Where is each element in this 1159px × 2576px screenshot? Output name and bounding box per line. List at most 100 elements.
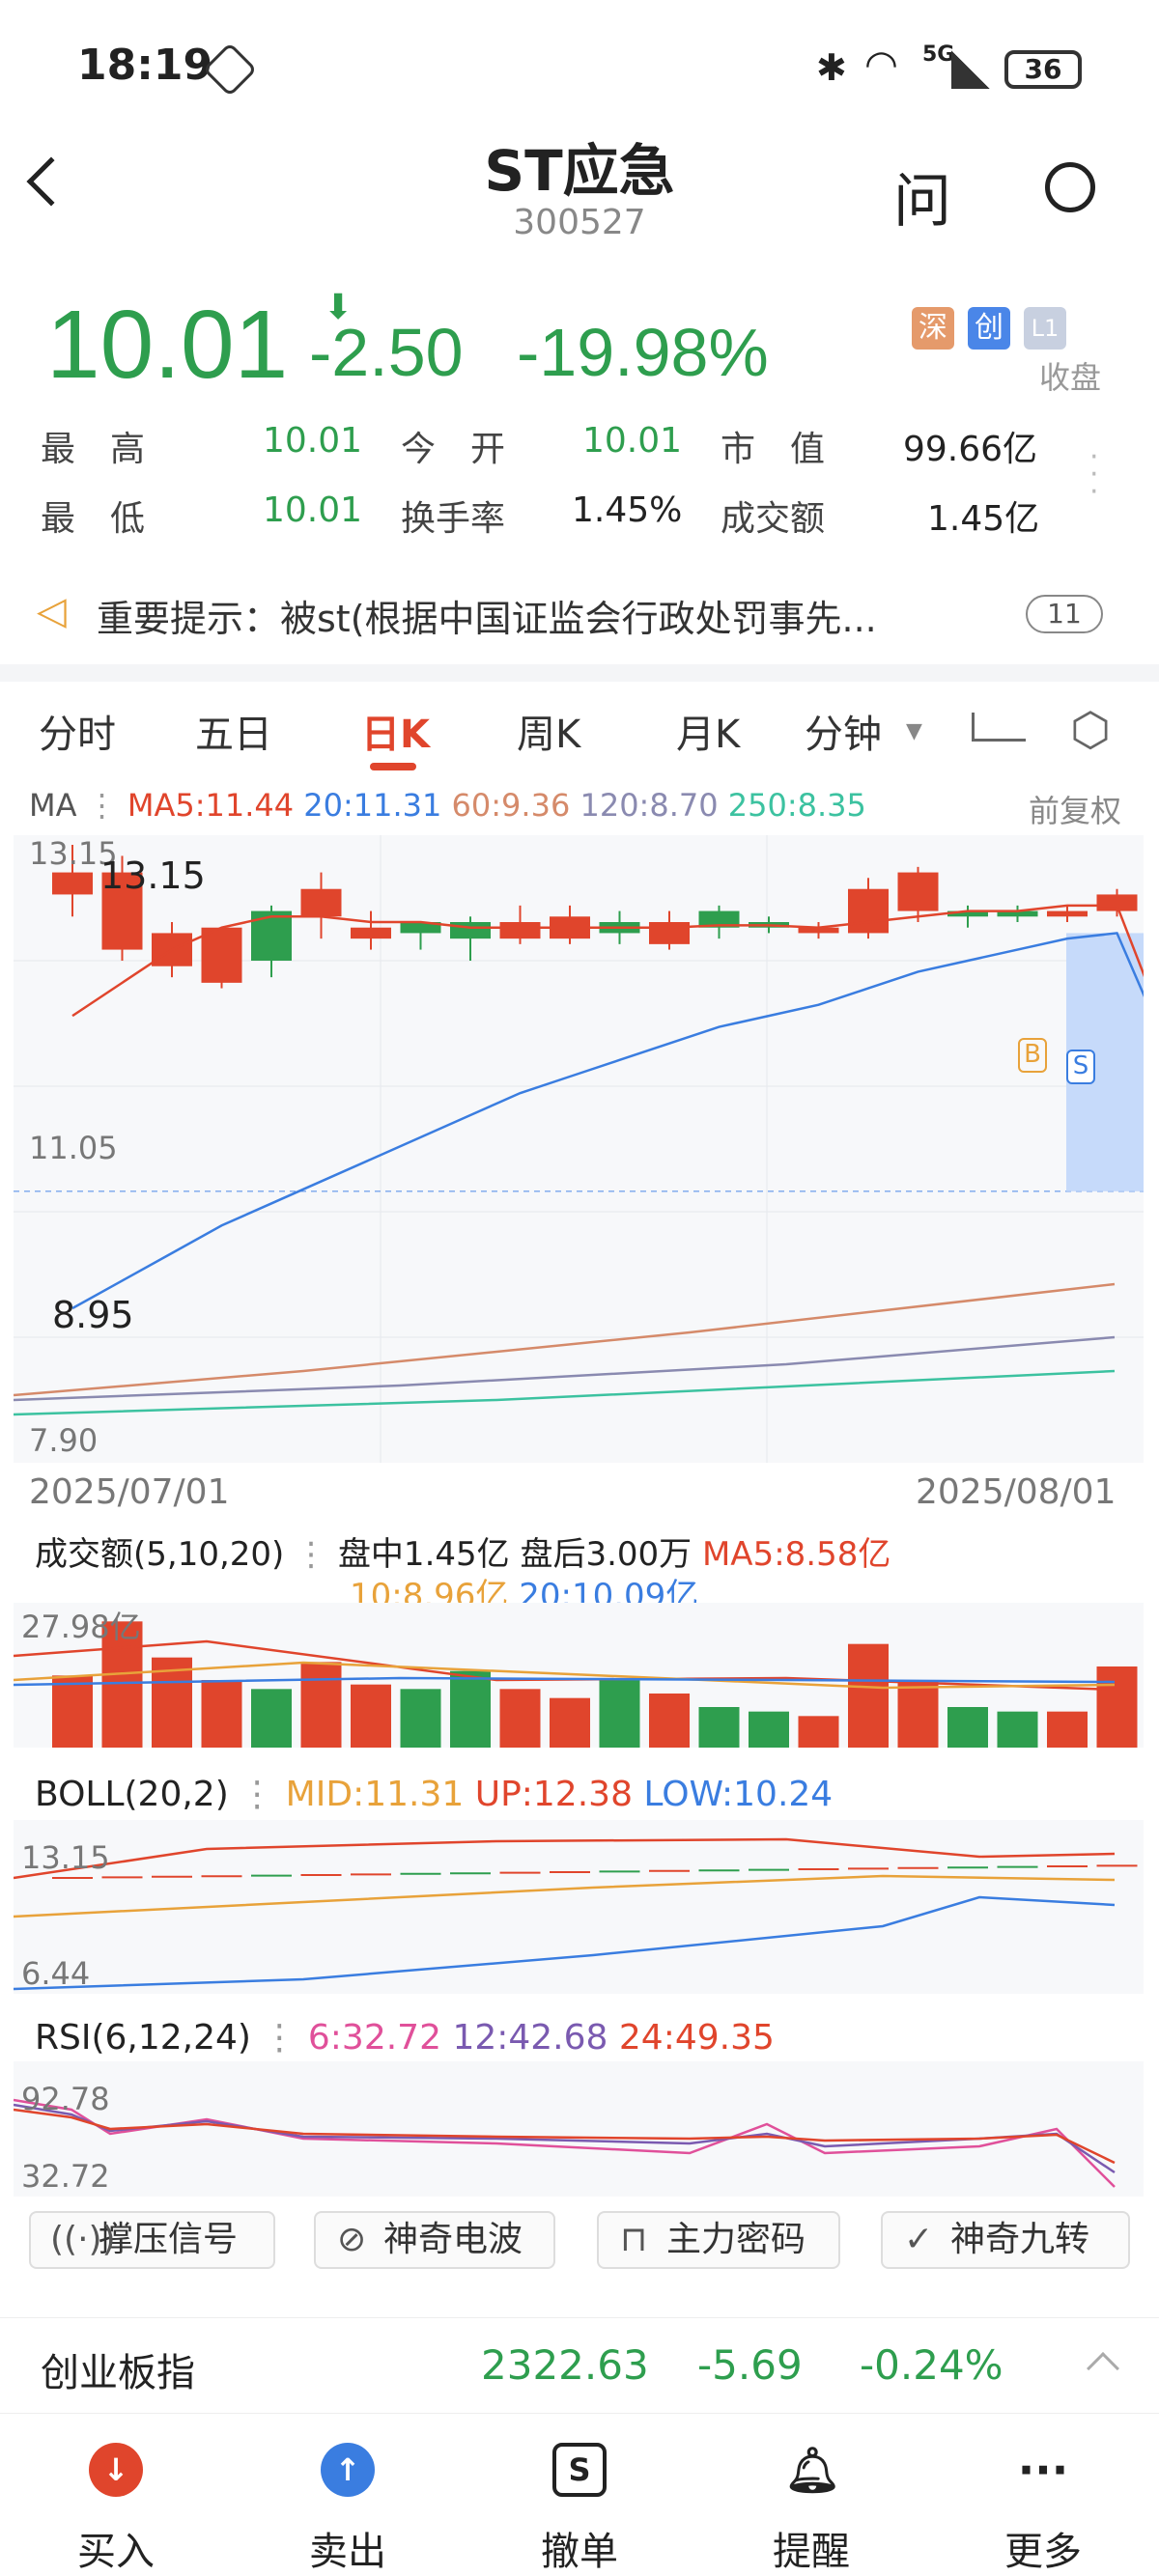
volume-panel[interactable]: 27.98亿 [14,1603,1144,1748]
volume-ma5: MA5:8.58亿 [701,1535,891,1574]
volume-bar [897,1680,939,1748]
index-name: 创业板指 [41,2351,195,2395]
boll-mid: MID:11.31 [285,1775,465,1814]
stat-label-low: 最 低 [41,499,146,539]
boll-mid-line [14,1874,1116,1918]
volume-top-label: 27.98亿 [21,1609,141,1645]
index-ticker[interactable]: 创业板指 2322.63 -5.69 -0.24% [0,2317,1159,2414]
rsi24-line [14,2108,1116,2165]
candle-body [300,888,342,917]
volume-bar [351,1684,391,1748]
kline-mid-label: 11.05 [29,1130,118,1166]
stat-label-cap: 市 值 [721,430,826,469]
boll-top-label: 13.15 [21,1839,110,1876]
notice-count[interactable]: 11 [1026,595,1103,633]
volume-legend: 成交额(5,10,20) ⋮ 盘中1.45亿 盘后3.00万 MA5:8.58亿 [35,1535,891,1574]
rsi-panel[interactable]: 92.78 32.72 [14,2061,1144,2197]
tab-weekly-k[interactable]: 周K [517,703,580,759]
volume-bar [450,1670,491,1748]
stat-value-low: 10.01 [263,490,363,530]
stat-value-amount: 1.45亿 [927,499,1040,539]
tool-main-force[interactable]: ⊓ 主力密码 [597,2211,840,2269]
boll-chart [14,1837,1138,1991]
boll-legend: BOLL(20,2) ⋮ MID:11.31 UP:12.38 LOW:10.2… [35,1775,834,1814]
buy-marker: B [1018,1038,1047,1073]
boll-bottom-label: 6.44 [21,1955,91,1992]
tool-label: 主力密码 [666,2220,806,2259]
buy-button[interactable]: ↓ 买入 [0,2443,232,2576]
volume-bar [698,1707,740,1748]
volume-bar [550,1697,590,1748]
action-label: 撤单 [541,2530,618,2574]
volume-bar [300,1662,342,1748]
network-label: 5G [922,42,955,67]
volume-bar [997,1711,1038,1748]
tab-monthly-k[interactable]: 月K [676,703,740,759]
ma120-line [14,1335,1116,1402]
settings-icon[interactable]: ⬡ [1070,703,1111,757]
rsi-6: 6:32.72 [307,2018,441,2058]
kline-panel[interactable]: 13.15 11.05 7.90 13.15 8.95 B S [14,835,1144,1463]
rsi6-line [14,2098,1116,2188]
ma250-value: 250:8.35 [727,787,866,824]
chevron-down-icon[interactable]: ▼ [906,719,922,743]
stat-value-open: 10.01 [582,421,683,461]
boll-low: LOW:10.24 [643,1775,834,1814]
chevron-up-icon[interactable] [1087,2352,1119,2385]
more-button[interactable]: ··· 更多 [927,2443,1159,2576]
notice-bar[interactable]: ◁ 重要提示：被st(根据中国证监会行政处罚事先... 11 [0,579,1159,647]
stat-value-cap: 99.66亿 [903,430,1038,469]
candle-body [450,922,491,939]
tool-support-resistance[interactable]: ((·)) 撑压信号 [29,2211,275,2269]
rsi-bottom-label: 32.72 [21,2158,110,2195]
signal-icon: ((·)) [50,2220,116,2259]
level-badge[interactable]: L1 [1024,307,1066,350]
price-change-pct: -19.98% [517,315,769,390]
ask-button[interactable]: 问 [893,154,951,238]
tool-label: 神奇电波 [383,2220,523,2259]
tab-intraday[interactable]: 分时 [39,703,116,759]
bluetooth-icon: ✱ [816,46,847,89]
adjust-mode[interactable]: 前复权 [1029,787,1121,831]
candle-body [649,922,690,944]
alert-button[interactable]: 🔔︎ 提醒 [695,2443,927,2576]
rsi-12: 12:42.68 [452,2018,608,2058]
volume-bar [947,1707,988,1748]
stat-value-high: 10.01 [263,421,363,461]
volume-intraday: 盘中1.45亿 [337,1535,510,1574]
more-stats-icon[interactable]: · · · [1089,443,1099,507]
sell-button[interactable]: ↑ 卖出 [232,2443,464,2576]
cancel-order-button[interactable]: S 撤单 [464,2443,695,2576]
search-icon[interactable] [1045,162,1095,212]
tab-five-day[interactable]: 五日 [195,703,272,759]
status-time: 18:19 [77,41,213,90]
price-change: -2.50 [309,315,464,390]
arrow-up-icon: ↑ [321,2443,375,2497]
volume-bar [749,1711,789,1748]
volume-bar [649,1694,690,1748]
tab-minute[interactable]: 分钟 [805,703,882,759]
action-label: 提醒 [773,2530,850,2574]
boll-title: BOLL(20,2) [35,1775,229,1814]
rsi-legend: RSI(6,12,24) ⋮ 6:32.72 12:42.68 24:49.35 [35,2018,775,2058]
drawing-tool-icon[interactable] [972,713,1026,742]
tool-magic-nine[interactable]: ✓ 神奇九转 [881,2211,1130,2269]
bell-icon: 🔔︎ [784,2444,841,2496]
volume-bar [52,1675,93,1748]
volume-chart [14,1621,1138,1748]
boll-panel[interactable]: 13.15 6.44 [14,1820,1144,1994]
wifi-icon: ◠ [864,42,898,87]
volume-title: 成交额(5,10,20) [35,1535,285,1574]
tool-label: 撑压信号 [99,2220,239,2259]
check-circle-icon: ✓ [904,2220,934,2259]
tab-daily-k[interactable]: 日K [361,703,430,759]
trade-state: 收盘 [1039,359,1102,396]
rsi-top-label: 92.78 [21,2081,110,2117]
tool-magic-wave[interactable]: ⊘ 神奇电波 [314,2211,555,2269]
date-end: 2025/08/01 [916,1472,1117,1512]
status-bar: 18:19 ✱ ◠ 5G 36 [0,0,1159,135]
volume-bar [1047,1711,1088,1748]
candle-body [351,927,391,939]
market-badge-cy: 创 [968,307,1010,350]
stat-label-amount: 成交额 [721,499,826,539]
